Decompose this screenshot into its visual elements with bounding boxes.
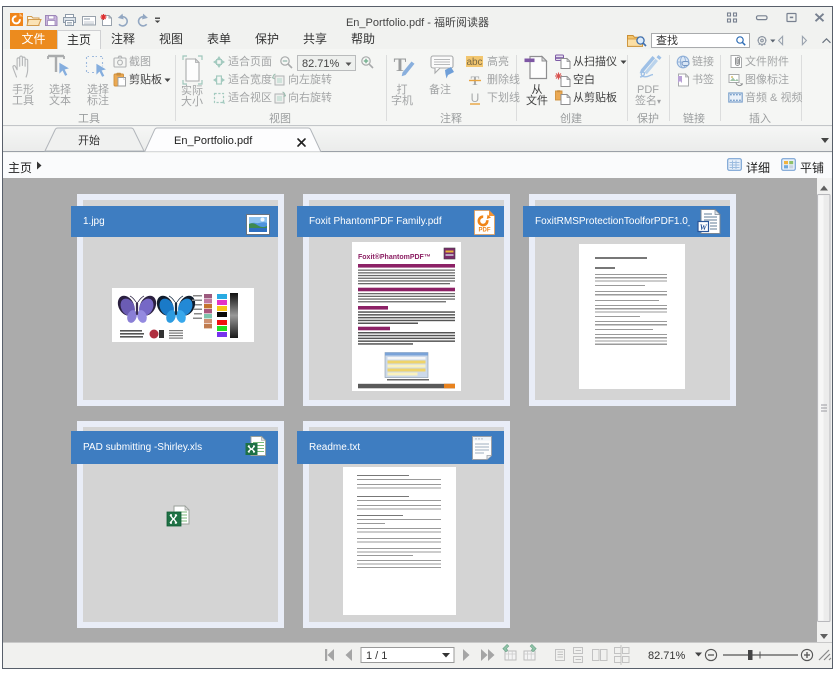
- svg-text:开始: 开始: [78, 133, 100, 147]
- svg-text:PDF: PDF: [479, 228, 491, 234]
- svg-text:En_Portfolio.pdf: En_Portfolio.pdf: [174, 135, 253, 147]
- svg-text:Foxit®PhantomPDF™: Foxit®PhantomPDF™: [358, 253, 431, 261]
- svg-text:1 / 1: 1 / 1: [366, 650, 387, 662]
- svg-text:abc: abc: [466, 57, 482, 68]
- svg-text:82.71%: 82.71%: [648, 650, 686, 662]
- svg-text:U: U: [471, 91, 480, 105]
- svg-text:W: W: [700, 223, 708, 232]
